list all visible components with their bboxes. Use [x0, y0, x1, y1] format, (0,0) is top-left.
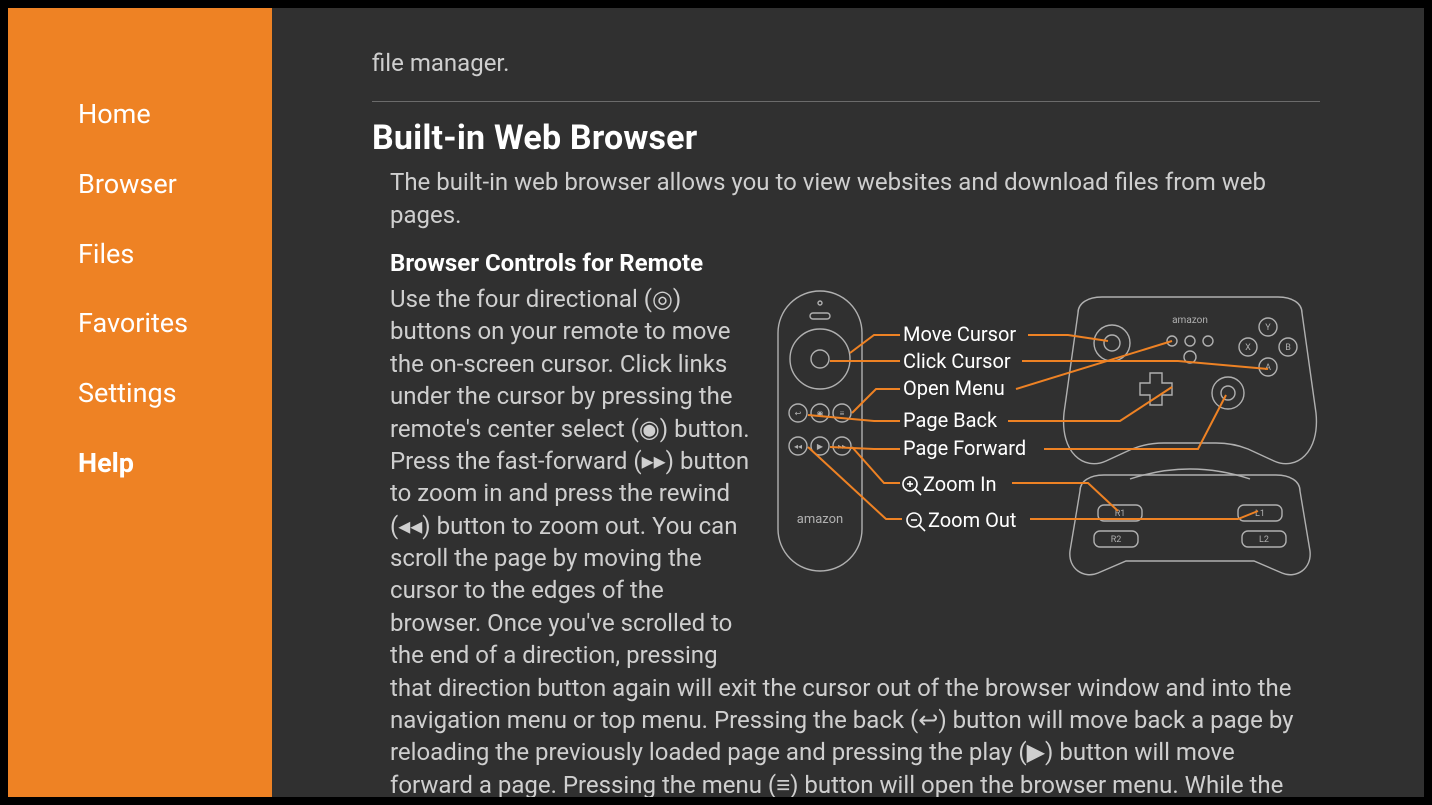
remote-brand: amazon: [797, 512, 843, 527]
svg-text:R2: R2: [1111, 535, 1122, 545]
sidebar-item-files[interactable]: Files: [8, 220, 272, 290]
section-body-left: Use the four directional (◎) buttons on …: [390, 283, 750, 672]
diagram-label-zoomout: Zoom Out: [928, 508, 1016, 532]
page-title: Built-in Web Browser: [372, 118, 1320, 158]
help-scroll: file manager. Built-in Web Browser The b…: [272, 8, 1424, 797]
svg-text:X: X: [1245, 343, 1251, 353]
app-root: Home Browser Files Favorites Settings He…: [0, 0, 1432, 805]
content-panel[interactable]: file manager. Built-in Web Browser The b…: [272, 8, 1424, 797]
section-divider: [372, 101, 1320, 102]
diagram-label-back: Page Back: [903, 408, 998, 432]
help-prev-fragment: file manager.: [372, 8, 1320, 79]
sidebar-item-browser[interactable]: Browser: [8, 150, 272, 220]
sidebar: Home Browser Files Favorites Settings He…: [8, 8, 272, 797]
svg-text:≡: ≡: [840, 409, 845, 418]
svg-text:▶: ▶: [817, 442, 824, 451]
svg-text:↩: ↩: [795, 409, 802, 418]
diagram-label-forward: Page Forward: [903, 436, 1026, 460]
section-body-bottom: that direction button again will exit th…: [390, 672, 1320, 797]
sidebar-item-help[interactable]: Help: [8, 429, 272, 499]
section-heading: Browser Controls for Remote: [390, 249, 1320, 277]
svg-text:L1: L1: [1255, 509, 1265, 519]
sidebar-item-home[interactable]: Home: [8, 80, 272, 150]
svg-text:B: B: [1285, 343, 1291, 353]
diagram-label-zoomin: Zoom In: [923, 472, 997, 496]
sidebar-item-favorites[interactable]: Favorites: [8, 289, 272, 359]
diagram-label-menu: Open Menu: [903, 376, 1005, 400]
svg-text:◂◂: ◂◂: [794, 442, 802, 451]
controller-diagram: amazon ↩ ◉ ≡ ◂◂ ▶ ▸▸: [768, 283, 1328, 587]
controller-brand: amazon: [1172, 315, 1208, 326]
diagram-label-click: Click Cursor: [903, 349, 1011, 373]
svg-text:Y: Y: [1265, 323, 1271, 333]
svg-text:L2: L2: [1259, 535, 1269, 545]
page-lead: The built-in web browser allows you to v…: [390, 166, 1320, 231]
diagram-label-move: Move Cursor: [903, 322, 1016, 346]
sidebar-item-settings[interactable]: Settings: [8, 359, 272, 429]
